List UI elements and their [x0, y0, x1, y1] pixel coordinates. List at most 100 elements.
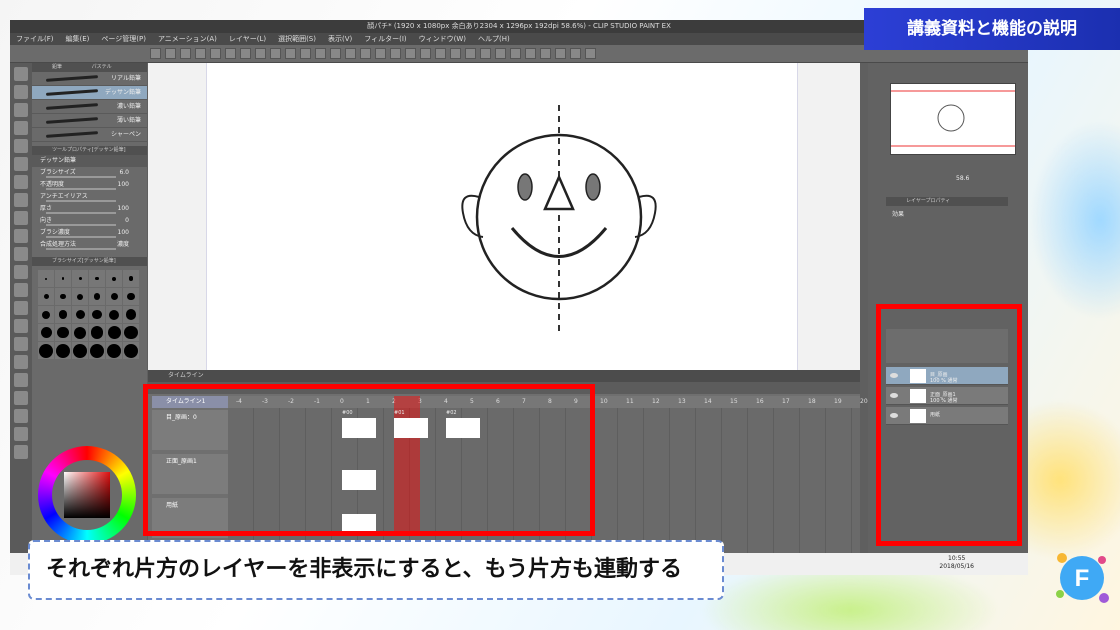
toolbar-button-icon[interactable] — [570, 48, 581, 59]
toolbar-button-icon[interactable] — [285, 48, 296, 59]
timeline-track[interactable]: 目_原画：0 — [152, 410, 228, 450]
toolbar-button-icon[interactable] — [540, 48, 551, 59]
brush-item[interactable]: 濃い鉛筆 — [32, 100, 147, 114]
menu-item[interactable]: 表示(V) — [328, 35, 352, 43]
layer-row[interactable]: 目_原画 100 % 通常 — [886, 367, 1008, 385]
tool-icon[interactable] — [14, 139, 28, 153]
tool-icon[interactable] — [14, 445, 28, 459]
tool-icon[interactable] — [14, 157, 28, 171]
toolbar-button-icon[interactable] — [330, 48, 341, 59]
brush-size-option[interactable] — [89, 288, 105, 305]
menu-item[interactable]: 選択範囲(S) — [278, 35, 316, 43]
tab-pencil[interactable]: 鉛筆 — [52, 64, 62, 70]
property-slider[interactable] — [46, 176, 116, 178]
brush-size-option[interactable] — [55, 306, 71, 323]
property-row[interactable]: ブラシサイズ 6.0 — [32, 167, 147, 179]
brush-size-option[interactable] — [89, 306, 105, 323]
brush-size-option[interactable] — [55, 270, 71, 287]
tool-icon[interactable] — [14, 247, 28, 261]
property-row[interactable]: 合成処理方法 濃度 — [32, 239, 147, 251]
property-row[interactable]: 厚さ 100 — [32, 203, 147, 215]
toolbar-button-icon[interactable] — [225, 48, 236, 59]
brush-size-option[interactable] — [123, 342, 139, 359]
toolbar-button-icon[interactable] — [270, 48, 281, 59]
toolbar-button-icon[interactable] — [390, 48, 401, 59]
tool-icon[interactable] — [14, 229, 28, 243]
toolbar-button-icon[interactable] — [315, 48, 326, 59]
toolbar-button-icon[interactable] — [300, 48, 311, 59]
toolbar-button-icon[interactable] — [180, 48, 191, 59]
brush-size-option[interactable] — [55, 288, 71, 305]
cel-thumbnail[interactable] — [446, 418, 480, 438]
brush-size-option[interactable] — [123, 324, 139, 341]
toolbar-button-icon[interactable] — [345, 48, 356, 59]
brush-item[interactable]: 薄い鉛筆 — [32, 114, 147, 128]
layer-row[interactable]: 用紙 — [886, 407, 1008, 425]
toolbar-button-icon[interactable] — [435, 48, 446, 59]
eye-icon[interactable] — [890, 413, 898, 418]
toolbar-button-icon[interactable] — [165, 48, 176, 59]
toolbar-button-icon[interactable] — [195, 48, 206, 59]
cel-thumbnail[interactable] — [342, 418, 376, 438]
cel-thumbnail[interactable] — [394, 418, 428, 438]
brush-size-option[interactable] — [38, 288, 54, 305]
toolbar-button-icon[interactable] — [585, 48, 596, 59]
menu-item[interactable]: レイヤー(L) — [229, 35, 266, 43]
toolbar-button-icon[interactable] — [465, 48, 476, 59]
brush-size-option[interactable] — [38, 324, 54, 341]
eye-icon[interactable] — [890, 373, 898, 378]
brush-size-option[interactable] — [106, 342, 122, 359]
cel-thumbnail[interactable] — [342, 514, 376, 534]
tool-icon[interactable] — [14, 265, 28, 279]
brush-size-option[interactable] — [106, 288, 122, 305]
menu-item[interactable]: フィルター(I) — [364, 35, 406, 43]
brush-item[interactable]: シャーペン — [32, 128, 147, 142]
brush-size-option[interactable] — [55, 342, 71, 359]
tab-pastel[interactable]: パステル — [92, 64, 112, 70]
menu-item[interactable]: ファイル(F) — [16, 35, 54, 43]
brush-size-option[interactable] — [72, 324, 88, 341]
brush-size-option[interactable] — [72, 288, 88, 305]
toolbar-button-icon[interactable] — [510, 48, 521, 59]
tool-icon[interactable] — [14, 103, 28, 117]
property-row[interactable]: ブラシ濃度 100 — [32, 227, 147, 239]
tool-icon[interactable] — [14, 319, 28, 333]
menu-item[interactable]: 編集(E) — [66, 35, 90, 43]
toolbar-button-icon[interactable] — [150, 48, 161, 59]
layer-row[interactable]: 正面_原画1 100 % 通常 — [886, 387, 1008, 405]
brush-size-option[interactable] — [38, 306, 54, 323]
toolbar-button-icon[interactable] — [210, 48, 221, 59]
timeline-grid[interactable] — [228, 408, 860, 560]
brush-size-option[interactable] — [38, 270, 54, 287]
toolbar-button-icon[interactable] — [495, 48, 506, 59]
tool-icon[interactable] — [14, 211, 28, 225]
timeline-tab[interactable]: タイムライン — [148, 370, 860, 382]
property-slider[interactable] — [46, 224, 116, 226]
menu-item[interactable]: ウィンドウ(W) — [419, 35, 466, 43]
property-row[interactable]: アンチエイリアス — [32, 191, 147, 203]
toolbar-button-icon[interactable] — [240, 48, 251, 59]
brush-size-option[interactable] — [106, 270, 122, 287]
tool-icon[interactable] — [14, 337, 28, 351]
brush-size-option[interactable] — [72, 270, 88, 287]
brush-size-option[interactable] — [38, 342, 54, 359]
tool-icon[interactable] — [14, 355, 28, 369]
toolbar-button-icon[interactable] — [450, 48, 461, 59]
timeline-track[interactable]: 用紙 — [152, 498, 228, 538]
property-row[interactable]: 向き 0 — [32, 215, 147, 227]
property-slider[interactable] — [46, 188, 116, 190]
menu-item[interactable]: ヘルプ(H) — [478, 35, 510, 43]
toolbar-button-icon[interactable] — [480, 48, 491, 59]
property-slider[interactable] — [46, 236, 116, 238]
property-slider[interactable] — [46, 200, 116, 202]
cel-thumbnail[interactable] — [342, 470, 376, 490]
brush-size-option[interactable] — [106, 324, 122, 341]
timeline-name[interactable]: タイムライン1 — [152, 396, 228, 408]
tool-icon[interactable] — [14, 175, 28, 189]
property-slider[interactable] — [46, 212, 116, 214]
toolbar-button-icon[interactable] — [360, 48, 371, 59]
navigator-panel[interactable] — [890, 83, 1016, 155]
brush-size-option[interactable] — [55, 324, 71, 341]
brush-item[interactable]: リアル鉛筆 — [32, 72, 147, 86]
eye-icon[interactable] — [890, 393, 898, 398]
